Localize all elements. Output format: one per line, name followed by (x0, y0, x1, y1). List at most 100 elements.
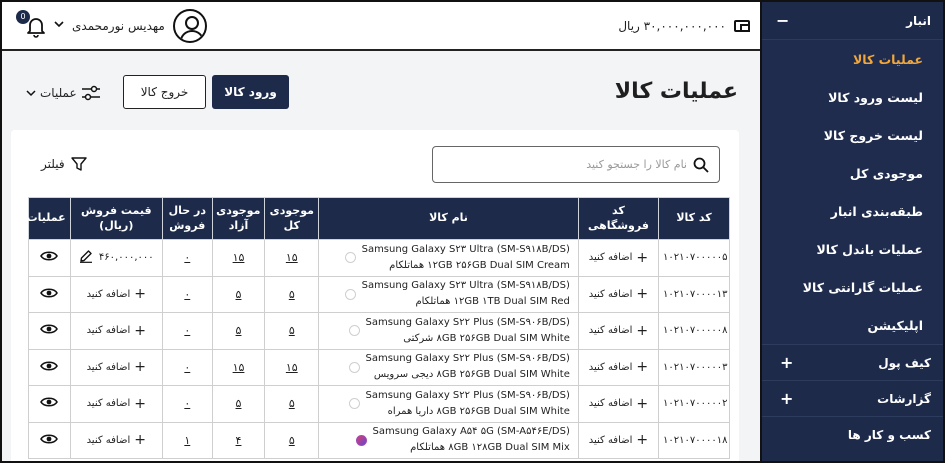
add-price-button[interactable]: + اضافه کنید (87, 323, 146, 339)
col-header-price[interactable]: قیمت فروش (ریال) (69, 197, 163, 240)
free-stock-link[interactable]: ۵ (236, 397, 242, 410)
total-stock-link[interactable]: ۵ (289, 288, 295, 301)
plus-icon: + (134, 395, 146, 412)
sidebar-item-4[interactable]: طبقه‌بندی انبار (762, 192, 943, 230)
view-eye-icon[interactable] (40, 360, 59, 375)
total-stock-link[interactable]: ۵ (289, 324, 295, 337)
sidebar-item-1[interactable]: لیست ورود کالا (762, 78, 943, 116)
edit-pencil-icon[interactable] (79, 249, 93, 266)
table-row[interactable]: ۱۰۲۱۰۷۰۰۰۰۱۸ + اضافه کنید Samsung Galaxy … (28, 421, 730, 459)
free-stock-link[interactable]: ۴ (236, 434, 242, 447)
table-row[interactable]: ۱۰۲۱۰۷۰۰۰۰۱۳ + اضافه کنید Samsung Galaxy … (28, 275, 730, 313)
products-card: فیلتر نام کالا را جستجو کنید کد کالا کد … (11, 130, 739, 461)
sidebar-section-warehouse[interactable]: انبار − (762, 2, 943, 39)
free-stock-link[interactable]: ۱۵ (233, 361, 245, 374)
plus-icon: + (636, 322, 649, 339)
view-eye-icon[interactable] (40, 287, 59, 302)
chevron-down-icon[interactable] (54, 20, 64, 31)
plus-icon: + (636, 395, 649, 412)
expand-icon[interactable]: + (780, 353, 793, 372)
selling-link[interactable]: ۰ (184, 361, 190, 374)
search-icon (693, 157, 709, 173)
product-name-line2: ۱۲GB ۲۵۶GB Dual SIM Cream هماتلکام (389, 259, 570, 271)
top-bar: مهدیس نورمحمدی 0 ۳۰,۰۰۰,۰۰۰,۰۰۰ ریال (2, 2, 764, 51)
table-row[interactable]: ۱۰۲۱۰۷۰۰۰۰۰۸ + اضافه کنید Samsung Galaxy … (28, 312, 730, 350)
sidebar-item-5[interactable]: عملیات باندل کالا (762, 230, 943, 268)
add-price-button[interactable]: + اضافه کنید (87, 432, 146, 448)
product-name-line2: ۱۲GB ۱TB Dual SIM Red هماتلکام (415, 296, 570, 308)
color-dot-icon (348, 398, 360, 410)
sidebar-item-2[interactable]: لیست خروج کالا (762, 116, 943, 154)
view-eye-icon[interactable] (40, 396, 59, 411)
selling-link[interactable]: ۱ (184, 434, 190, 447)
price-cell: ۴۶۰,۰۰۰,۰۰۰ (69, 239, 163, 277)
sidebar-item-7[interactable]: اپلیکیشن (762, 306, 943, 344)
total-stock-link[interactable]: ۱۵ (286, 361, 298, 374)
col-header-store-code[interactable]: کد فروشگاهی (577, 197, 660, 240)
stock-out-button[interactable]: خروج کالا (123, 75, 206, 109)
search-input[interactable] (447, 158, 687, 171)
add-store-code-button[interactable]: + اضافه کنید (589, 323, 648, 339)
sidebar-groups: کیف پول + گزارشات + کسب و کار ها (762, 344, 943, 452)
selling-link[interactable]: ۰ (184, 251, 190, 264)
product-name-line1: Samsung Galaxy S۲۲ Plus (SM-S۹۰۶B/DS) (365, 353, 570, 365)
col-header-code[interactable]: کد کالا (658, 197, 730, 240)
product-name-line2: ۸GB ۱۲۸GB Dual SIM Mix هماتلکام (410, 442, 570, 454)
price-value[interactable]: ۴۶۰,۰۰۰,۰۰۰ (79, 249, 154, 266)
add-store-code-button[interactable]: + اضافه کنید (589, 432, 648, 448)
collapse-icon[interactable]: − (776, 11, 789, 30)
filter-label: فیلتر (41, 157, 65, 171)
selling-link[interactable]: ۰ (184, 324, 190, 337)
operations-dropdown[interactable]: عملیات (26, 85, 101, 101)
plus-icon: + (636, 432, 649, 449)
add-price-button[interactable]: + اضافه کنید (87, 286, 146, 302)
sidebar-item-6[interactable]: عملیات گارانتی کالا (762, 268, 943, 306)
total-stock-link[interactable]: ۵ (289, 397, 295, 410)
free-stock-link[interactable]: ۵ (236, 324, 242, 337)
add-store-code-button[interactable]: + اضافه کنید (589, 286, 648, 302)
actions-cell (28, 312, 71, 350)
user-avatar-icon[interactable] (172, 8, 207, 43)
table-row[interactable]: ۱۰۲۱۰۷۰۰۰۰۰۵ + اضافه کنید Samsung Galaxy … (28, 239, 730, 277)
sidebar-item-3[interactable]: موجودی کل (762, 154, 943, 192)
table-header-row: کد کالا کد فروشگاهی نام کالا موجودی کل م… (27, 197, 730, 240)
add-store-code-button[interactable]: + اضافه کنید (589, 396, 648, 412)
free-stock-link[interactable]: ۱۵ (233, 251, 245, 264)
view-eye-icon[interactable] (40, 433, 59, 448)
selling-link[interactable]: ۰ (184, 397, 190, 410)
table-row[interactable]: ۱۰۲۱۰۷۰۰۰۰۰۲ + اضافه کنید Samsung Galaxy … (28, 385, 730, 423)
color-dot-icon (348, 325, 360, 337)
total-stock-link[interactable]: ۱۵ (286, 251, 298, 264)
user-area[interactable]: مهدیس نورمحمدی 0 (16, 8, 207, 43)
add-store-code-button[interactable]: + اضافه کنید (589, 359, 648, 375)
add-price-button[interactable]: + اضافه کنید (87, 359, 146, 375)
sliders-icon (81, 85, 100, 101)
table-row[interactable]: ۱۰۲۱۰۷۰۰۰۰۰۳ + اضافه کنید Samsung Galaxy … (28, 348, 730, 386)
sidebar-group-2[interactable]: کسب و کار ها (762, 416, 943, 452)
search-box[interactable] (432, 146, 720, 183)
user-name[interactable]: مهدیس نورمحمدی (72, 19, 165, 33)
free-stock-link[interactable]: ۵ (236, 288, 242, 301)
view-eye-icon[interactable] (40, 323, 59, 338)
sidebar-item-0[interactable]: عملیات کالا (762, 40, 943, 78)
expand-icon[interactable]: + (780, 389, 793, 408)
add-label: اضافه کنید (86, 288, 131, 300)
total-stock-cell: ۵ (264, 421, 320, 459)
add-price-button[interactable]: + اضافه کنید (87, 396, 146, 412)
col-header-free-stock[interactable]: موجودی آزاد (211, 197, 266, 240)
add-store-code-button[interactable]: + اضافه کنید (589, 250, 648, 266)
sidebar-group-1[interactable]: گزارشات + (762, 380, 943, 416)
store-code-cell: + اضافه کنید (577, 239, 660, 277)
view-eye-icon[interactable] (40, 250, 59, 265)
notification-button[interactable]: 0 (16, 9, 46, 38)
col-header-selling[interactable]: در حال فروش (161, 197, 213, 240)
col-header-total-stock[interactable]: موجودی کل (264, 197, 320, 240)
total-stock-link[interactable]: ۵ (289, 434, 295, 447)
actions-cell (28, 275, 71, 313)
sidebar-group-0[interactable]: کیف پول + (762, 344, 943, 380)
filter-button[interactable]: فیلتر (41, 156, 87, 172)
add-label: اضافه کنید (588, 398, 633, 410)
selling-link[interactable]: ۰ (184, 288, 190, 301)
col-header-name[interactable]: نام کالا (318, 197, 579, 240)
stock-in-button[interactable]: ورود کالا (212, 75, 289, 109)
